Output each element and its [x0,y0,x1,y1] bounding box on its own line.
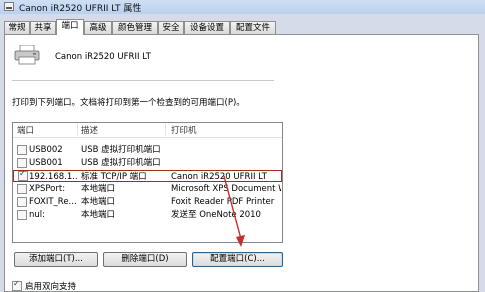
port-description: 标准 TCP/IP 端口 [81,172,147,182]
port-checkbox[interactable] [17,158,27,168]
port-instructions: 打印到下列端口。文档将打印到第一个检查到的可用端口(P)。 [12,98,245,108]
tab-color-management[interactable]: 颜色管理 [112,21,158,34]
port-checkbox[interactable] [17,210,27,220]
port-name: XPSPort: [29,184,66,194]
port-checkbox[interactable] [17,184,27,194]
port-description: USB 虚拟打印机端口 [81,158,161,168]
port-printer: Canon iR2520 UFRII LT [171,172,267,182]
delete-port-button[interactable]: 删除端口(D) [103,252,187,267]
column-printer[interactable]: 打印机 [171,124,197,136]
port-name: nul: [29,210,45,220]
printer-name: Canon iR2520 UFRII LT [55,52,151,62]
port-name: USB002 [29,145,63,155]
port-checkbox[interactable] [17,197,27,207]
printer-icon [14,45,40,65]
port-description: 本地端口 [81,197,116,207]
port-row-selected[interactable]: 192.168.1.... 标准 TCP/IP 端口 Canon iR2520 … [13,169,282,182]
column-description[interactable]: 描述 [81,124,98,136]
bidirectional-checkbox[interactable] [12,279,22,291]
port-row[interactable]: FOXIT_Re... 本地端口 Foxit Reader PDF Printe… [13,196,282,208]
port-description: 本地端口 [81,184,116,194]
column-separator[interactable] [77,124,78,136]
window-title: Canon iR2520 UFRII LT 属性 [19,4,142,14]
tab-ports[interactable]: 端口 [56,19,84,35]
tab-sharing[interactable]: 共享 [30,21,56,34]
tab-security[interactable]: 安全 [158,21,184,34]
port-description: USB 虚拟打印机端口 [81,145,161,155]
bidirectional-label: 启用双向支持 [25,282,77,292]
port-name: USB001 [29,158,63,168]
printer-window-icon [4,2,14,11]
port-checkbox[interactable] [18,169,28,181]
port-printer: 发送至 OneNote 2010 [171,210,261,220]
port-checkbox[interactable] [17,145,27,155]
port-printer: Foxit Reader PDF Printer [171,197,275,207]
port-name: 192.168.1.... [29,172,78,182]
port-printer: Microsoft XPS Document W [171,184,281,194]
port-row[interactable]: USB001 USB 虚拟打印机端口 [13,157,282,169]
port-list-header: 端口 描述 打印机 [13,123,282,138]
port-description: 本地端口 [81,210,116,220]
configure-port-button[interactable]: 配置端口(C)... [192,252,283,267]
column-port[interactable]: 端口 [17,124,34,136]
tab-profiles[interactable]: 配置文件 [230,21,276,34]
title-bar: Canon iR2520 UFRII LT 属性 [0,0,485,14]
tab-general[interactable]: 常规 [4,21,30,34]
tab-advanced[interactable]: 高级 [84,21,112,34]
add-port-button[interactable]: 添加端口(T)... [14,252,98,267]
divider [12,80,274,81]
port-row[interactable]: nul: 本地端口 发送至 OneNote 2010 [13,209,282,221]
port-row[interactable]: USB002 USB 虚拟打印机端口 [13,144,282,156]
port-name: FOXIT_Re... [29,197,77,207]
tab-device-settings[interactable]: 设备设置 [184,21,230,34]
port-row[interactable]: XPSPort: 本地端口 Microsoft XPS Document W [13,183,282,195]
column-separator[interactable] [165,124,166,136]
port-list[interactable]: 端口 描述 打印机 USB002 USB 虚拟打印机端口 USB001 USB … [12,122,283,243]
